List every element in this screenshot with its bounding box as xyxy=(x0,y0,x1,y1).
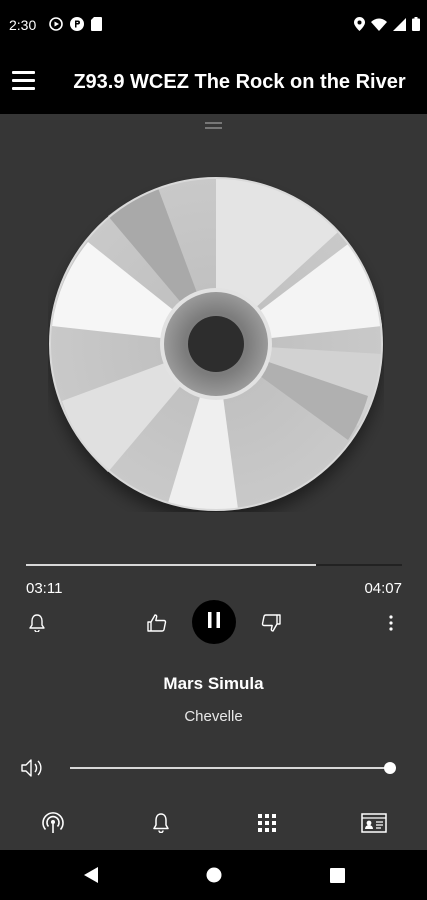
total-time: 04:07 xyxy=(364,580,402,597)
broadcast-icon[interactable] xyxy=(40,810,66,836)
hamburger-menu-icon[interactable] xyxy=(12,69,35,93)
parking-app-icon xyxy=(70,17,84,31)
drag-handle[interactable] xyxy=(205,122,222,129)
station-title: Z93.9 WCEZ The Rock on the River xyxy=(73,71,406,93)
thumbs-down-icon[interactable] xyxy=(260,612,282,634)
thumbs-up-icon[interactable] xyxy=(146,612,168,634)
battery-icon xyxy=(412,17,420,31)
track-artist: Chevelle xyxy=(184,708,243,725)
grid-icon[interactable] xyxy=(254,810,280,836)
more-vertical-icon[interactable] xyxy=(380,612,402,634)
bell-icon[interactable] xyxy=(26,612,48,634)
app-bar: Z93.9 WCEZ The Rock on the River xyxy=(0,52,427,114)
progress-bar[interactable] xyxy=(26,564,402,566)
signal-icon xyxy=(393,17,406,31)
recents-icon[interactable] xyxy=(324,862,350,888)
location-icon xyxy=(354,17,365,31)
elapsed-time: 03:11 xyxy=(26,580,63,597)
track-title: Mars Simula xyxy=(163,674,264,693)
system-nav-bar xyxy=(0,850,427,900)
player-panel: 03:11 04:07 Mars Simula Chevelle xyxy=(0,114,427,850)
status-bar: 2:30 xyxy=(0,0,427,52)
bell-icon[interactable] xyxy=(148,810,174,836)
home-icon[interactable] xyxy=(201,862,227,888)
pause-icon xyxy=(207,611,221,634)
volume-thumb[interactable] xyxy=(384,762,396,774)
album-art-cd xyxy=(49,177,383,511)
record-icon xyxy=(49,17,63,31)
pause-button[interactable] xyxy=(192,600,236,644)
wifi-icon xyxy=(371,18,387,31)
status-time: 2:30 xyxy=(9,17,37,33)
status-right-icons xyxy=(354,17,420,31)
back-icon[interactable] xyxy=(78,862,104,888)
status-left-icons xyxy=(49,17,102,31)
contact-card-icon[interactable] xyxy=(360,810,388,836)
sim-card-icon xyxy=(91,17,102,31)
speaker-icon[interactable] xyxy=(20,756,44,780)
progress-fill xyxy=(26,564,316,566)
volume-slider[interactable] xyxy=(70,762,396,774)
